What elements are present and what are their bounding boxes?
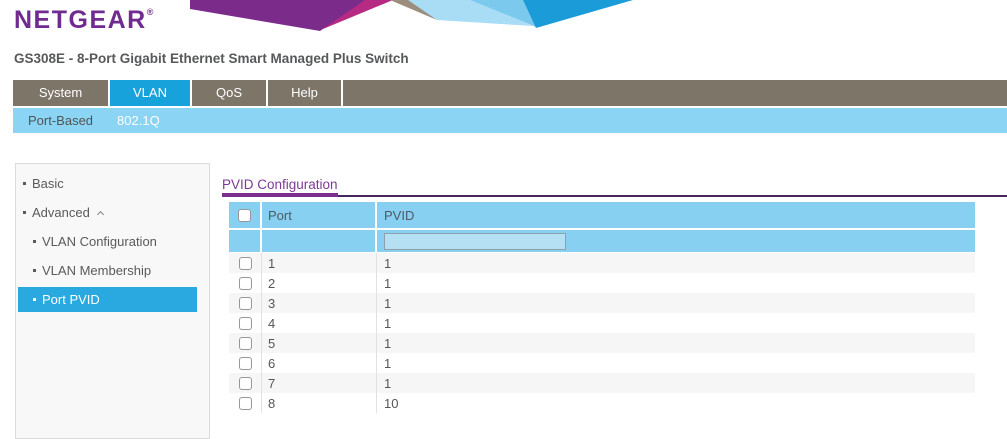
heading-rule-thick [222, 193, 338, 197]
port-cell: 6 [262, 353, 377, 373]
top-nav: System VLAN QoS Help [13, 80, 1007, 106]
pvid-cell: 1 [377, 313, 975, 333]
select-all-checkbox[interactable] [238, 209, 251, 222]
netgear-logo-text: NETGEAR [14, 6, 147, 34]
page-title: PVID Configuration [222, 176, 1007, 193]
port-cell: 2 [262, 273, 377, 293]
heading-rule-thin [222, 195, 1007, 197]
pvid-input[interactable] [384, 233, 566, 250]
port-cell: 3 [262, 293, 377, 313]
pvid-cell: 1 [377, 253, 975, 273]
edit-pvid-cell [377, 230, 975, 252]
row-checkbox[interactable] [239, 337, 252, 350]
table-row: 8 10 [229, 393, 975, 413]
pvid-cell: 1 [377, 273, 975, 293]
pvid-table: Port PVID 1 1 2 1 3 1 4 1 [229, 202, 975, 413]
sidebar-item-vlan-membership[interactable]: VLAN Membership [16, 258, 209, 283]
main-content: PVID Configuration Port PVID 1 1 2 [222, 176, 1007, 413]
nav-tab-qos[interactable]: QoS [192, 80, 268, 106]
pvid-cell: 1 [377, 353, 975, 373]
bullet-icon [33, 240, 36, 243]
chevron-up-icon [97, 210, 104, 217]
edit-port-cell [262, 230, 377, 252]
banner-shape-purple [190, 0, 365, 31]
port-cell: 1 [262, 253, 377, 273]
sidebar-item-label: VLAN Configuration [42, 234, 157, 249]
vlan-subnav: Port-Based 802.1Q [13, 108, 1007, 133]
subnav-item-8021q[interactable]: 802.1Q [105, 113, 172, 128]
table-row: 4 1 [229, 313, 975, 333]
port-cell: 8 [262, 393, 377, 413]
nav-tab-help[interactable]: Help [268, 80, 343, 106]
port-cell: 7 [262, 373, 377, 393]
table-row: 3 1 [229, 293, 975, 313]
pvid-cell: 1 [377, 373, 975, 393]
table-row: 5 1 [229, 333, 975, 353]
sidebar-item-port-pvid[interactable]: Port PVID [18, 287, 197, 312]
row-checkbox[interactable] [239, 317, 252, 330]
header-checkbox-cell [229, 202, 262, 228]
column-header-pvid: PVID [377, 202, 975, 228]
heading-rule [222, 193, 1007, 197]
table-row: 6 1 [229, 353, 975, 373]
nav-tab-vlan[interactable]: VLAN [110, 80, 192, 106]
bullet-icon [23, 182, 26, 185]
row-checkbox[interactable] [239, 297, 252, 310]
table-header-row: Port PVID [229, 202, 975, 230]
banner-shape-bright-blue [523, 0, 633, 28]
table-row: 1 1 [229, 253, 975, 273]
sidebar-item-vlan-configuration[interactable]: VLAN Configuration [16, 229, 209, 254]
registered-mark: ® [147, 7, 154, 17]
table-row: 7 1 [229, 373, 975, 393]
row-checkbox[interactable] [239, 257, 252, 270]
sidebar-item-label: Advanced [32, 205, 90, 220]
sidebar-item-label: Port PVID [42, 292, 100, 307]
row-checkbox[interactable] [239, 357, 252, 370]
bullet-icon [33, 269, 36, 272]
table-edit-row [229, 230, 975, 253]
sidebar-item-basic[interactable]: Basic [16, 171, 209, 196]
bullet-icon [23, 211, 26, 214]
row-checkbox[interactable] [239, 397, 252, 410]
pvid-cell: 1 [377, 333, 975, 353]
pvid-cell: 1 [377, 293, 975, 313]
column-header-port: Port [262, 202, 377, 228]
nav-tab-system[interactable]: System [13, 80, 110, 106]
sidebar: Basic Advanced VLAN Configuration VLAN M… [15, 163, 210, 439]
bullet-icon [33, 298, 36, 301]
edit-checkbox-cell [229, 230, 262, 252]
device-title: GS308E - 8-Port Gigabit Ethernet Smart M… [14, 51, 409, 66]
sidebar-item-advanced[interactable]: Advanced [16, 200, 209, 225]
table-row: 2 1 [229, 273, 975, 293]
subnav-item-port-based[interactable]: Port-Based [16, 113, 105, 128]
port-cell: 5 [262, 333, 377, 353]
row-checkbox[interactable] [239, 377, 252, 390]
port-cell: 4 [262, 313, 377, 333]
pvid-cell: 10 [377, 393, 975, 413]
row-checkbox[interactable] [239, 277, 252, 290]
netgear-logo: NETGEAR® [14, 6, 153, 35]
sidebar-item-label: Basic [32, 176, 64, 191]
sidebar-item-label: VLAN Membership [42, 263, 151, 278]
